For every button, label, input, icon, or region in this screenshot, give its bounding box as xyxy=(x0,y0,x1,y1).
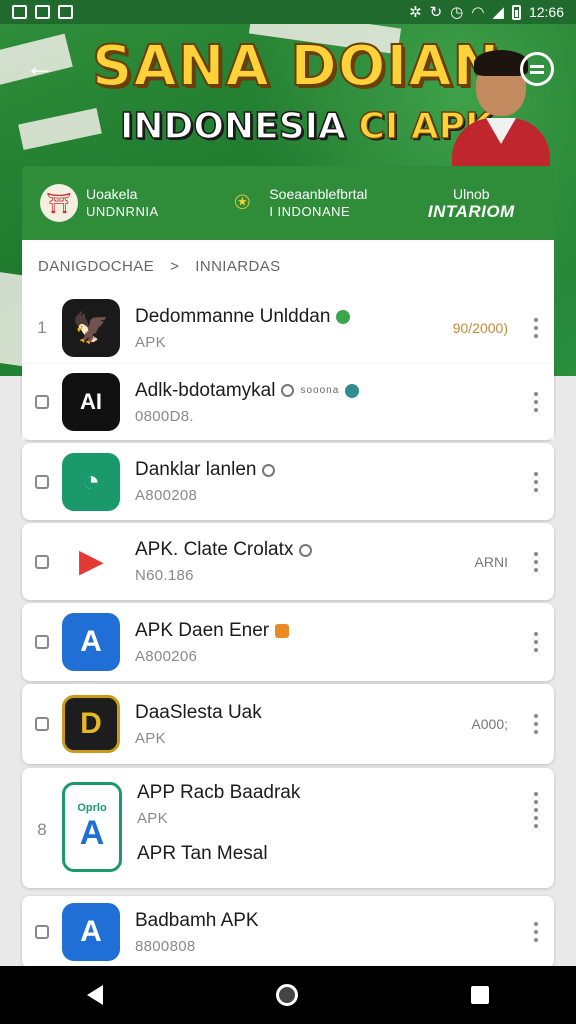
app-secondary-name: APR Tan Mesal xyxy=(137,843,268,864)
header-subtitle-text: INDONESIA xyxy=(119,105,346,148)
back-triangle-icon[interactable] xyxy=(86,985,103,1005)
info-badge-icon xyxy=(299,543,313,557)
more-options-icon[interactable] xyxy=(518,714,554,734)
checkbox-icon[interactable] xyxy=(35,474,49,489)
app-row[interactable]: 1 🦅 Dedommanne Unlddan APK 90/2000) xyxy=(22,292,554,364)
breadcrumb-current[interactable]: INNIARDAS xyxy=(195,258,280,275)
globe-badge-icon xyxy=(345,383,360,398)
app-row[interactable]: D DaaSlesta Uak APK A000; xyxy=(22,684,554,764)
checkbox-icon[interactable] xyxy=(35,925,49,939)
app-subtitle: 8800808 xyxy=(135,937,196,955)
app-row[interactable]: A APK Daen Ener A800206 xyxy=(22,603,554,681)
app-icon: A xyxy=(62,613,120,671)
tab-label: Soeaanblefbrtal xyxy=(269,186,368,202)
app-name: Dedommanne Unlddan xyxy=(135,305,331,327)
checkbox-icon[interactable] xyxy=(35,554,49,569)
info-badge-icon xyxy=(281,384,295,397)
app-name: APK. Clate Crolatx xyxy=(135,539,294,560)
app-icon: 🦅 xyxy=(62,299,120,357)
app-subtitle: APK xyxy=(135,333,166,351)
more-options-icon[interactable] xyxy=(518,922,554,942)
app-row[interactable]: ▶ APK. Clate Crolatx N60.186 ARNI xyxy=(22,523,554,600)
home-circle-icon[interactable] xyxy=(275,984,298,1006)
row-index: 8 xyxy=(37,820,47,839)
app-name: APK Daen Ener xyxy=(135,619,270,641)
app-subtitle: APK xyxy=(137,810,168,827)
tool-icon: ⍟ xyxy=(234,187,251,217)
nfc-icon: ✲ xyxy=(409,3,422,21)
breadcrumb-root[interactable]: DANIGDOCHAE xyxy=(38,258,154,275)
more-options-icon[interactable] xyxy=(518,792,554,828)
system-nav-bar xyxy=(0,966,576,1024)
row-index: 1 xyxy=(37,318,47,337)
app-name: Danklar lanlen xyxy=(135,459,257,480)
app-name: DaaSlesta Uak xyxy=(135,701,262,723)
checkbox-icon[interactable] xyxy=(35,635,49,649)
tab-label: Ulnob xyxy=(453,186,490,202)
status-time: 12:66 xyxy=(528,4,564,20)
app-icon: ◔ xyxy=(62,452,120,511)
tab-sublabel: INTARIOM xyxy=(427,202,515,221)
app-row[interactable]: 8 Oprlo A APP Racb Baadrak APK APR Tan M… xyxy=(22,768,554,888)
map-icon xyxy=(35,5,50,19)
menu-icon[interactable] xyxy=(520,52,554,86)
app-meta: ARNI xyxy=(474,553,508,570)
image-icon xyxy=(12,5,27,19)
tab-intariom[interactable]: Ulnob INTARIOM xyxy=(389,166,554,240)
breadcrumb-separator: > xyxy=(170,257,180,275)
more-options-icon[interactable] xyxy=(518,318,554,338)
alarm-icon: ◷ xyxy=(450,3,464,21)
back-arrow-icon[interactable]: ← xyxy=(22,50,58,86)
app-icon: AI xyxy=(62,373,120,431)
app-row[interactable]: A Badbamh APK 8800808 xyxy=(22,896,554,968)
sync-icon: ↻ xyxy=(429,3,443,21)
more-options-icon[interactable] xyxy=(518,471,554,492)
more-options-icon[interactable] xyxy=(518,551,554,572)
warning-badge-icon xyxy=(275,623,290,638)
app-note: sooona xyxy=(300,385,340,396)
tab-label: Uoakela xyxy=(86,186,138,202)
app-subtitle: APK xyxy=(135,729,166,747)
app-subtitle: A800206 xyxy=(135,647,198,665)
app-row[interactable]: AI Adlk-bdotamykal sooona 0800D8. xyxy=(22,364,554,440)
app-name: APP Racb Baadrak xyxy=(137,782,301,803)
app-subtitle: 0800D8. xyxy=(135,407,194,425)
info-badge-icon xyxy=(262,463,276,477)
signal-icon: ◢ xyxy=(492,3,504,21)
tab-sublabel: UNDNRNIA xyxy=(86,204,159,219)
app-row[interactable]: ◔ Danklar lanlen A800208 xyxy=(22,443,554,520)
banner-decor xyxy=(18,107,102,151)
app-name: Badbamh APK xyxy=(135,909,259,931)
recents-square-icon[interactable] xyxy=(471,986,490,1004)
app-icon: D xyxy=(62,695,120,753)
emblem-icon: ⛩ xyxy=(40,184,78,222)
tab-soeaanblefbrtal[interactable]: ⍟ Soeaanblefbrtal I INDONANE xyxy=(205,166,388,240)
more-options-icon[interactable] xyxy=(518,392,554,412)
app-icon: Oprlo A xyxy=(62,782,122,872)
app-meta: 90/2000) xyxy=(452,320,508,336)
app-meta: A000; xyxy=(471,716,508,732)
notification-icon xyxy=(58,5,73,19)
battery-icon xyxy=(511,4,521,20)
app-subtitle: A800208 xyxy=(135,487,198,504)
app-name: Adlk-bdotamykal xyxy=(135,379,276,401)
app-icon: ▶ xyxy=(62,532,120,591)
app-subtitle: N60.186 xyxy=(135,567,194,584)
tab-uoakela[interactable]: ⛩ Uoakela UNDNRNIA xyxy=(22,166,205,240)
header-title: SANA DOIAN xyxy=(91,33,501,100)
category-tabs: ⛩ Uoakela UNDNRNIA ⍟ Soeaanblefbrtal I I… xyxy=(22,166,554,240)
tab-sublabel: I INDONANE xyxy=(269,204,351,219)
app-icon-label: Oprlo xyxy=(77,801,107,814)
wifi-icon: ◠ xyxy=(471,3,485,21)
checkbox-icon[interactable] xyxy=(35,717,49,731)
checkbox-icon[interactable] xyxy=(35,395,49,409)
header-subtitle: INDONESIA CI APK xyxy=(119,105,493,148)
verified-badge-icon xyxy=(336,309,351,324)
status-bar: ✲ ↻ ◷ ◠ ◢ 12:66 xyxy=(0,0,576,24)
breadcrumb: DANIGDOCHAE > INNIARDAS xyxy=(22,240,554,292)
app-icon: A xyxy=(62,903,120,961)
more-options-icon[interactable] xyxy=(518,632,554,652)
